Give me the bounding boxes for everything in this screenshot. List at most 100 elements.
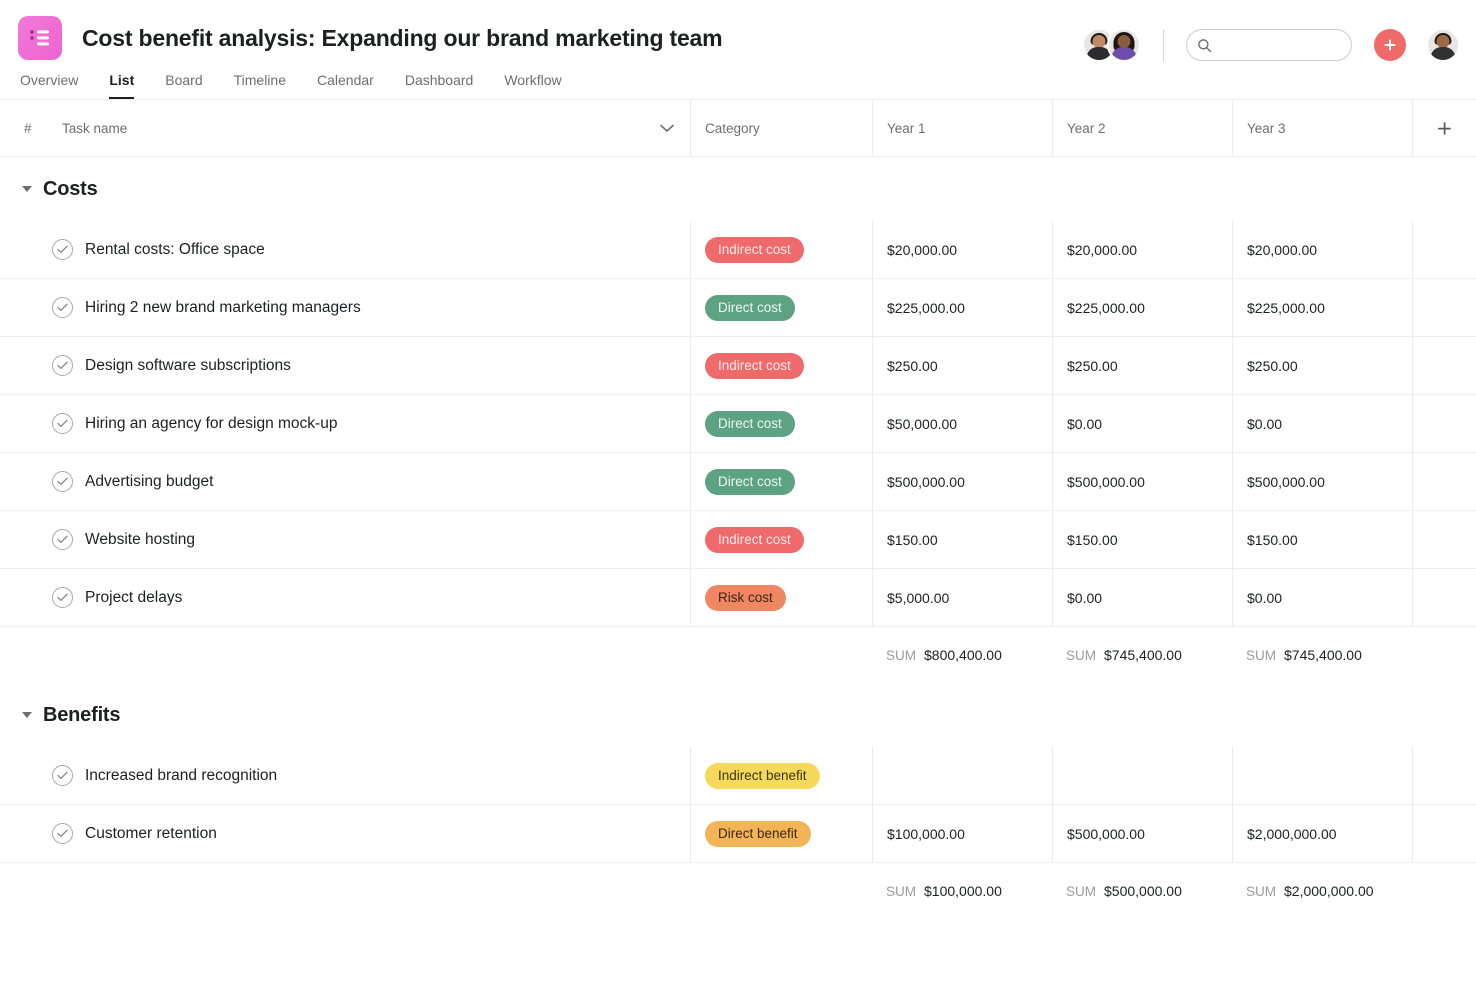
section-header-costs[interactable]: Costs xyxy=(0,157,1476,221)
cell-category[interactable]: Indirect cost xyxy=(690,511,872,568)
cell-year2[interactable]: $250.00 xyxy=(1052,337,1232,394)
sum-year2: SUM $745,400.00 xyxy=(1052,627,1232,683)
cell-task-name[interactable]: Advertising budget xyxy=(0,453,690,510)
task-name-label: Project delays xyxy=(85,589,182,607)
status-badge: Indirect cost xyxy=(705,353,804,379)
column-header-task-name-label: Task name xyxy=(62,121,660,136)
cell-year3[interactable]: $0.00 xyxy=(1232,395,1412,452)
complete-check-icon[interactable] xyxy=(52,471,73,492)
complete-check-icon[interactable] xyxy=(52,239,73,260)
search-input[interactable] xyxy=(1219,38,1339,53)
cell-year1[interactable]: $100,000.00 xyxy=(872,805,1052,862)
table-row[interactable]: Hiring an agency for design mock-up Dire… xyxy=(0,395,1476,453)
cell-task-name[interactable]: Design software subscriptions xyxy=(0,337,690,394)
sum-year2: SUM $500,000.00 xyxy=(1052,863,1232,919)
page-title: Cost benefit analysis: Expanding our bra… xyxy=(82,25,722,52)
cell-year2[interactable]: $0.00 xyxy=(1052,569,1232,626)
cell-category[interactable]: Direct cost xyxy=(690,395,872,452)
table-row[interactable]: Increased brand recognition Indirect ben… xyxy=(0,747,1476,805)
cell-empty xyxy=(1412,221,1476,278)
cell-year1[interactable]: $250.00 xyxy=(872,337,1052,394)
table-row[interactable]: Advertising budget Direct cost $500,000.… xyxy=(0,453,1476,511)
avatar[interactable] xyxy=(1107,28,1141,62)
chevron-down-icon[interactable] xyxy=(660,121,674,136)
cell-year2[interactable]: $500,000.00 xyxy=(1052,805,1232,862)
add-button[interactable] xyxy=(1374,29,1406,61)
table-row[interactable]: Customer retention Direct benefit $100,0… xyxy=(0,805,1476,863)
search-box[interactable] xyxy=(1186,29,1352,61)
cell-year1[interactable] xyxy=(872,747,1052,804)
cell-category[interactable]: Risk cost xyxy=(690,569,872,626)
table-row[interactable]: Website hosting Indirect cost $150.00 $1… xyxy=(0,511,1476,569)
sum-label: SUM xyxy=(886,648,916,663)
complete-check-icon[interactable] xyxy=(52,823,73,844)
cell-year2[interactable] xyxy=(1052,747,1232,804)
cell-year3[interactable]: $20,000.00 xyxy=(1232,221,1412,278)
tab-workflow[interactable]: Workflow xyxy=(504,72,561,99)
header-divider xyxy=(1163,29,1164,61)
cell-year1[interactable]: $20,000.00 xyxy=(872,221,1052,278)
cell-year3[interactable]: $225,000.00 xyxy=(1232,279,1412,336)
cell-year2[interactable]: $0.00 xyxy=(1052,395,1232,452)
cell-category[interactable]: Indirect benefit xyxy=(690,747,872,804)
cell-category[interactable]: Indirect cost xyxy=(690,337,872,394)
table-row[interactable]: Design software subscriptions Indirect c… xyxy=(0,337,1476,395)
cell-year3[interactable]: $0.00 xyxy=(1232,569,1412,626)
complete-check-icon[interactable] xyxy=(52,587,73,608)
complete-check-icon[interactable] xyxy=(52,297,73,318)
header-actions xyxy=(1082,28,1460,62)
column-header-year1[interactable]: Year 1 xyxy=(872,100,1052,157)
cell-year1[interactable]: $225,000.00 xyxy=(872,279,1052,336)
cell-task-name[interactable]: Website hosting xyxy=(0,511,690,568)
complete-check-icon[interactable] xyxy=(52,355,73,376)
tab-timeline[interactable]: Timeline xyxy=(234,72,286,99)
table-row[interactable]: Project delays Risk cost $5,000.00 $0.00… xyxy=(0,569,1476,627)
project-list-icon xyxy=(18,16,62,60)
cell-task-name[interactable]: Rental costs: Office space xyxy=(0,221,690,278)
add-column-button[interactable] xyxy=(1412,100,1476,157)
cell-task-name[interactable]: Hiring 2 new brand marketing managers xyxy=(0,279,690,336)
cell-year1[interactable]: $150.00 xyxy=(872,511,1052,568)
cell-year2[interactable]: $20,000.00 xyxy=(1052,221,1232,278)
tab-overview[interactable]: Overview xyxy=(20,72,78,99)
cell-year3[interactable]: $150.00 xyxy=(1232,511,1412,568)
cell-category[interactable]: Indirect cost xyxy=(690,221,872,278)
tab-dashboard[interactable]: Dashboard xyxy=(405,72,474,99)
column-header-category[interactable]: Category xyxy=(690,100,872,157)
cell-task-name[interactable]: Customer retention xyxy=(0,805,690,862)
complete-check-icon[interactable] xyxy=(52,529,73,550)
cell-task-name[interactable]: Project delays xyxy=(0,569,690,626)
column-header-year2[interactable]: Year 2 xyxy=(1052,100,1232,157)
cell-year2[interactable]: $150.00 xyxy=(1052,511,1232,568)
cell-task-name[interactable]: Hiring an agency for design mock-up xyxy=(0,395,690,452)
cell-year3[interactable] xyxy=(1232,747,1412,804)
cell-year2[interactable]: $500,000.00 xyxy=(1052,453,1232,510)
table-row[interactable]: Rental costs: Office space Indirect cost… xyxy=(0,221,1476,279)
caret-down-icon[interactable] xyxy=(22,186,32,192)
section-sum-row-benefits: SUM $100,000.00 SUM $500,000.00 SUM $2,0… xyxy=(0,863,1476,919)
cell-year2[interactable]: $225,000.00 xyxy=(1052,279,1232,336)
table-row[interactable]: Hiring 2 new brand marketing managers Di… xyxy=(0,279,1476,337)
tab-calendar[interactable]: Calendar xyxy=(317,72,374,99)
cell-year1[interactable]: $500,000.00 xyxy=(872,453,1052,510)
tab-board[interactable]: Board xyxy=(165,72,202,99)
complete-check-icon[interactable] xyxy=(52,765,73,786)
tab-list[interactable]: List xyxy=(109,72,134,99)
column-header-task-name[interactable]: # Task name xyxy=(0,100,690,157)
cell-year3[interactable]: $250.00 xyxy=(1232,337,1412,394)
section-header-benefits[interactable]: Benefits xyxy=(0,683,1476,747)
cell-task-name[interactable]: Increased brand recognition xyxy=(0,747,690,804)
column-header-year3[interactable]: Year 3 xyxy=(1232,100,1412,157)
cell-empty xyxy=(1412,279,1476,336)
cell-year3[interactable]: $500,000.00 xyxy=(1232,453,1412,510)
cell-year1[interactable]: $5,000.00 xyxy=(872,569,1052,626)
complete-check-icon[interactable] xyxy=(52,413,73,434)
cell-category[interactable]: Direct cost xyxy=(690,453,872,510)
cell-year3[interactable]: $2,000,000.00 xyxy=(1232,805,1412,862)
caret-down-icon[interactable] xyxy=(22,712,32,718)
cell-year1[interactable]: $50,000.00 xyxy=(872,395,1052,452)
current-user-avatar[interactable] xyxy=(1426,28,1460,62)
cell-category[interactable]: Direct cost xyxy=(690,279,872,336)
member-avatar-group[interactable] xyxy=(1082,28,1141,62)
cell-category[interactable]: Direct benefit xyxy=(690,805,872,862)
